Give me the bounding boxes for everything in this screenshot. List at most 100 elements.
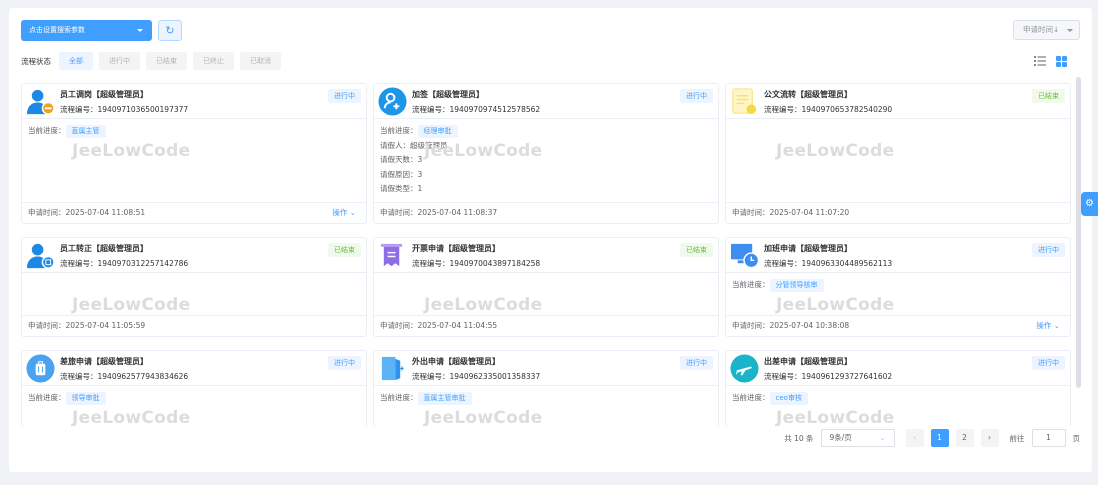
- page-size-select[interactable]: 9条/页 ⌄: [820, 429, 895, 447]
- card-title: 公文流转【超级管理员】: [764, 90, 852, 99]
- page-size-label: 9条/页: [829, 433, 852, 442]
- progress-tag: 领导审批: [65, 391, 106, 405]
- process-number-label: 流程编号：: [60, 258, 98, 268]
- filter-all[interactable]: 全部: [59, 52, 93, 70]
- card-field: 请假天数：3: [380, 155, 423, 164]
- goto-label: 前往: [1009, 433, 1025, 443]
- process-number: 流程编号：1940962577943834626: [60, 371, 188, 382]
- search-params-button[interactable]: 点击设置搜索参数: [21, 20, 152, 41]
- process-number-value: 1940963304489562113: [801, 258, 893, 268]
- sort-select[interactable]: 申请时间↓: [1013, 20, 1080, 40]
- progress-row: 当前进度： 领导审批: [28, 391, 360, 406]
- card-title: 加签【超级管理员】: [412, 90, 484, 99]
- apply-time: 2025-07-04 11:04:55: [417, 320, 498, 330]
- overtime-icon: [730, 243, 759, 268]
- progress-tag: 直属主管审批: [417, 391, 472, 405]
- progress-row: 当前进度： 分管领导核审: [732, 278, 1064, 293]
- refresh-button[interactable]: ↻: [158, 20, 182, 41]
- progress-row: 当前进度： ceo审核: [732, 391, 1064, 406]
- status-badge: 进行中: [680, 89, 713, 103]
- process-card[interactable]: 开票申请【超级管理员】 流程编号：1940970043897184258 已结束…: [373, 236, 719, 337]
- status-badge: 已结束: [1032, 89, 1065, 103]
- operation-dropdown[interactable]: 操作 ⌄: [332, 203, 356, 223]
- caret-down-icon: [1067, 29, 1073, 35]
- card-title: 员工调岗【超级管理员】: [60, 90, 148, 99]
- process-card[interactable]: 外出申请【超级管理员】 流程编号：1940962335001358337 进行中…: [373, 349, 719, 427]
- page-1[interactable]: 1: [930, 429, 949, 447]
- process-card[interactable]: 差旅申请【超级管理员】 流程编号：1940962577943834626 进行中…: [21, 349, 367, 427]
- progress-row: 当前进度： 直属主管审批: [380, 391, 712, 406]
- card-footer: 申请时间：2025-07-04 11:04:55: [374, 314, 718, 336]
- card-body: JeeLowCode: [374, 273, 718, 315]
- status-badge: 进行中: [328, 89, 361, 103]
- process-number: 流程编号：1940970974512578562: [412, 104, 540, 115]
- filter-finished[interactable]: 已结束: [146, 52, 187, 70]
- process-number: 流程编号：1940963304489562113: [764, 258, 892, 269]
- progress-tag: 分管领导核审: [769, 278, 824, 292]
- process-card[interactable]: 出差申请【超级管理员】 流程编号：1940961293727641602 进行中…: [725, 349, 1071, 426]
- card-header: 外出申请【超级管理员】 流程编号：1940962335001358337 进行中: [374, 351, 718, 386]
- filter-cancelled[interactable]: 已取消: [240, 52, 281, 70]
- card-header: 加班申请【超级管理员】 流程编号：1940963304489562113 进行中: [726, 238, 1070, 273]
- add-user-icon: [378, 87, 407, 116]
- card-title: 差旅申请【超级管理员】: [60, 356, 148, 366]
- process-number: 流程编号：1940970653782540290: [764, 104, 892, 115]
- progress-tag: 直属主管: [65, 125, 106, 138]
- process-number: 流程编号：1940970043897184258: [412, 258, 540, 269]
- plane-icon: [730, 353, 759, 383]
- settings-gear-button[interactable]: ⚙: [1081, 192, 1098, 216]
- process-card[interactable]: 加班申请【超级管理员】 流程编号：1940963304489562113 进行中…: [725, 236, 1071, 337]
- progress-label: 当前进度：: [28, 126, 66, 135]
- status-badge: 进行中: [1032, 242, 1065, 257]
- card-header: 员工转正【超级管理员】 流程编号：1940970312257142786 已结束: [22, 238, 366, 273]
- watermark: JeeLowCode: [776, 141, 895, 161]
- operation-dropdown[interactable]: 操作 ⌄: [1036, 316, 1060, 336]
- total-count: 共 10 条: [784, 433, 814, 443]
- card-header: 开票申请【超级管理员】 流程编号：1940970043897184258 已结束: [374, 238, 718, 273]
- process-number-value: 1940970653782540290: [801, 105, 893, 114]
- search-params-label: 点击设置搜索参数: [29, 26, 85, 34]
- process-number-value: 1940970043897184258: [449, 258, 541, 268]
- watermark: JeeLowCode: [424, 407, 543, 427]
- vertical-scrollbar[interactable]: [1076, 77, 1081, 388]
- watermark: JeeLowCode: [424, 294, 543, 315]
- process-number-label: 流程编号：: [764, 105, 802, 114]
- status-filter: 流程状态 全部 进行中 已结束 已终止 已取消: [21, 52, 281, 70]
- status-badge: 进行中: [1032, 355, 1065, 370]
- watermark: JeeLowCode: [776, 294, 895, 315]
- process-card[interactable]: 员工转正【超级管理员】 流程编号：1940970312257142786 已结束…: [21, 236, 367, 337]
- process-card[interactable]: 员工调岗【超级管理员】 流程编号：1940971036500197377 进行中…: [21, 83, 367, 224]
- progress-label: 当前进度：: [732, 279, 770, 289]
- page-2[interactable]: 2: [955, 429, 974, 447]
- prev-page-button[interactable]: ‹: [905, 429, 924, 447]
- process-number-value: 1940962577943834626: [97, 371, 189, 381]
- pagination: 共 10 条 9条/页 ⌄ ‹ 1 2 › 前往 1 页: [784, 429, 1080, 447]
- card-body: 当前进度： 分管领导核审 JeeLowCode: [726, 273, 1070, 315]
- process-number-value: 1940962335001358337: [449, 371, 541, 381]
- filter-running[interactable]: 进行中: [99, 52, 140, 70]
- goto-page-input[interactable]: 1: [1031, 429, 1066, 447]
- card-body: JeeLowCode: [726, 119, 1070, 202]
- status-badge: 进行中: [328, 355, 361, 370]
- process-card[interactable]: 加签【超级管理员】 流程编号：1940970974512578562 进行中 当…: [373, 83, 719, 224]
- exit-door-icon: [381, 356, 404, 380]
- sort-label: 申请时间↓: [1023, 25, 1060, 34]
- card-body: 当前进度： ceo审核 JeeLowCode: [726, 386, 1070, 426]
- next-page-button[interactable]: ›: [980, 429, 999, 447]
- time-label: 申请时间：: [732, 207, 770, 217]
- invoice-icon: [380, 243, 403, 266]
- time-label: 申请时间：: [380, 320, 418, 330]
- watermark: JeeLowCode: [72, 407, 191, 427]
- chevron-down-icon: ⌄: [349, 207, 356, 217]
- card-title: 外出申请【超级管理员】: [412, 356, 500, 366]
- grid-view-icon[interactable]: [1056, 56, 1067, 67]
- watermark: JeeLowCode: [72, 141, 191, 161]
- card-field: 请假人：超级管理员: [380, 140, 448, 150]
- process-card[interactable]: 公文流转【超级管理员】 流程编号：1940970653782540290 已结束…: [725, 83, 1071, 224]
- list-view-icon[interactable]: [1034, 56, 1046, 66]
- card-body: 当前进度： 直属主管 JeeLowCode: [22, 119, 366, 202]
- filter-terminated[interactable]: 已终止: [193, 52, 234, 70]
- process-number-value: 1940971036500197377: [97, 105, 189, 114]
- card-footer: 申请时间：2025-07-04 11:08:51 操作 ⌄: [22, 201, 366, 223]
- card-body: 当前进度： 经理审批 请假人：超级管理员 请假天数：3 请假原因：3 请假类型：1 JeeL…: [374, 119, 718, 202]
